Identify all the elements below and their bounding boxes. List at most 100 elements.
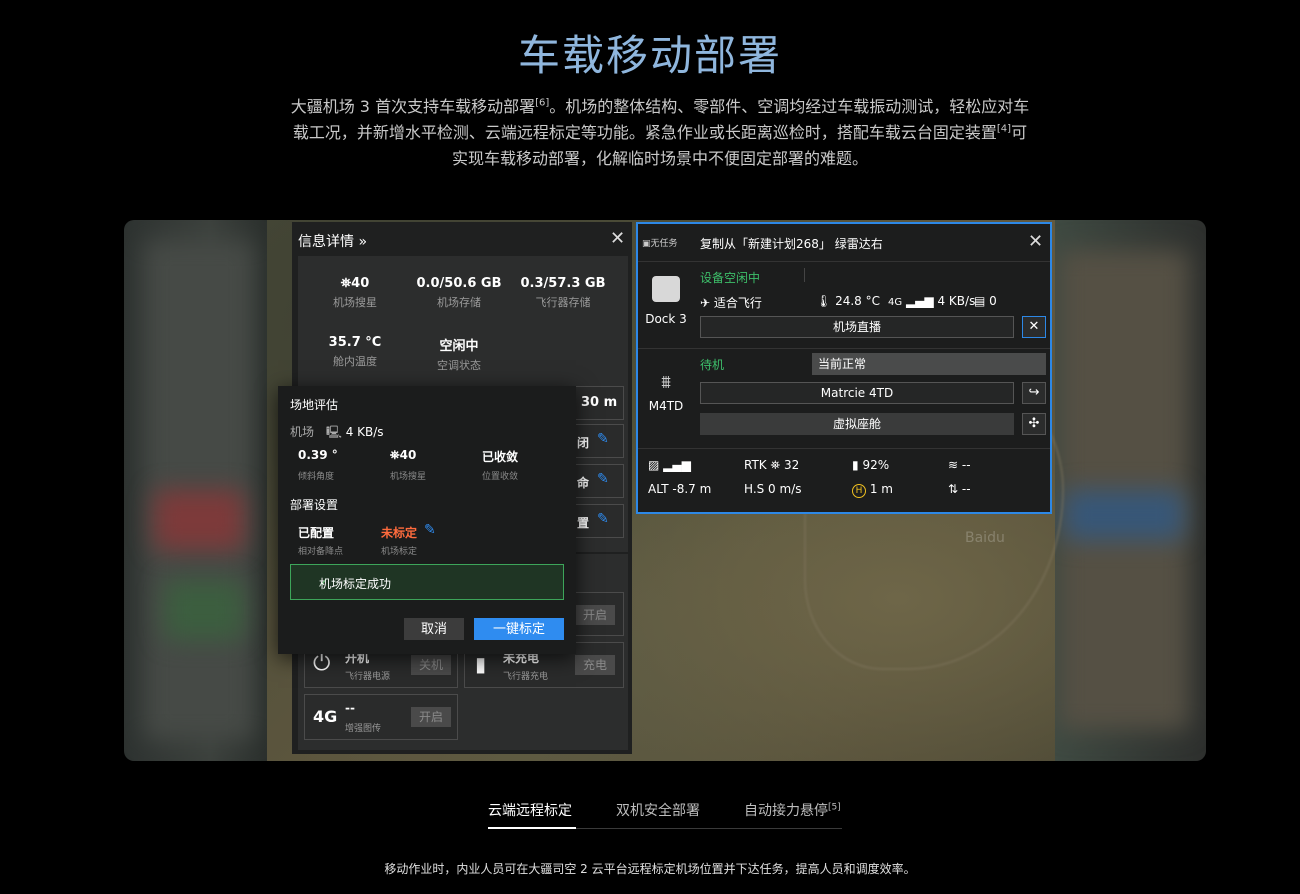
power-off-button[interactable]: 关机 bbox=[411, 655, 451, 675]
plane-icon: ✈ bbox=[700, 296, 711, 310]
wind-icon: ≋ bbox=[948, 458, 959, 472]
alternate-point-label: 相对备降点 bbox=[298, 547, 344, 557]
map-watermark: Baidu bbox=[965, 530, 1005, 546]
hero-ref-6: [6] bbox=[535, 97, 550, 109]
cancel-button[interactable]: 取消 bbox=[404, 618, 464, 640]
tabs-active-indicator bbox=[488, 827, 576, 829]
hero-desc-part1: 大疆机场 3 首次支持车载移动部署 bbox=[290, 97, 536, 116]
task-dock-panel: ▣无任务 复制从「新建计划268」 绿雷达右 ✕ Dock 3 设备空闲中 ✈ … bbox=[636, 222, 1052, 514]
setting-row-altitude[interactable]: 30 m bbox=[574, 386, 624, 420]
battery-icon: ▮ bbox=[852, 458, 859, 472]
signal-icon: ▂▄▆ bbox=[663, 458, 691, 472]
no-task-badge: ▣无任务 bbox=[642, 239, 678, 249]
dock-temperature: 🌡 24.8 °C bbox=[816, 294, 880, 308]
blurred-green-block bbox=[164, 580, 244, 640]
alternate-point-value: 已配置 bbox=[298, 526, 335, 540]
drone-device-column: ⩩ M4TD bbox=[638, 372, 694, 413]
setting-row-b[interactable]: 命 ✎ bbox=[574, 464, 624, 498]
position-converged-value: 已收敛 bbox=[482, 450, 519, 464]
dock-tools-icon[interactable]: ✕ bbox=[1022, 316, 1046, 338]
edit-pencil-icon[interactable]: ✎ bbox=[424, 522, 436, 538]
tab-auto-relay-hover[interactable]: 自动接力悬停[5] bbox=[744, 800, 841, 820]
edit-pencil-icon[interactable]: ✎ bbox=[597, 471, 609, 487]
tab-dual-dock-deployment[interactable]: 双机安全部署 bbox=[616, 800, 700, 820]
close-icon[interactable]: ✕ bbox=[1028, 231, 1043, 252]
charge-button[interactable]: 充电 bbox=[575, 655, 615, 675]
stat-ac-status: 空闲中 空调状态 bbox=[437, 339, 481, 372]
flight-suitability: ✈ 适合飞行 bbox=[700, 296, 762, 310]
dock-satellites-label: 机场搜星 bbox=[390, 472, 427, 482]
tab-cloud-calibration[interactable]: 云端远程标定 bbox=[488, 800, 572, 820]
setting-row-c[interactable]: 置 ✎ bbox=[574, 504, 624, 538]
calibration-status-value: 未标定 bbox=[381, 526, 418, 540]
power-icon: ⏻ bbox=[313, 651, 331, 676]
site-evaluation-dialog: 场地评估 机场 🖳 4 KB/s 0.39 ° 倾斜角度 ⛯40 机场搜星 已收… bbox=[278, 386, 576, 654]
hero-title: 车载移动部署 bbox=[517, 31, 782, 80]
dock-network: 4G ▂▄▆ 4 KB/s bbox=[888, 294, 976, 308]
tab-caption: 移动作业时，内业人员可在大疆司空 2 云平台远程标定机场位置并下达任务，提高人员… bbox=[384, 862, 916, 876]
dock-satellites-value: ⛯40 bbox=[390, 448, 417, 462]
device-enhanced-transmission: 4G -- 增强图传 开启 bbox=[304, 694, 458, 740]
horizontal-speed: H.S 0 m/s bbox=[744, 482, 802, 496]
panel-header: ▣无任务 复制从「新建计划268」 绿雷达右 ✕ bbox=[638, 224, 1050, 262]
wind-speed: ≋ -- bbox=[948, 458, 971, 472]
dock-status: 设备空闲中 bbox=[700, 271, 761, 285]
calibration-success-alert: ✓ 机场标定成功 bbox=[290, 564, 564, 600]
enhanced-transmission-enable-button[interactable]: 开启 bbox=[411, 707, 451, 727]
rtk-satellites: RTK ⛯ 32 bbox=[744, 458, 800, 472]
edit-pencil-icon[interactable]: ✎ bbox=[597, 431, 609, 447]
info-detail-title[interactable]: 信息详情 » bbox=[298, 231, 367, 251]
satellite-icon: ⛯ bbox=[340, 276, 352, 291]
thermometer-icon: 🌡 bbox=[816, 294, 832, 308]
home-point-icon: H bbox=[852, 484, 866, 498]
dialog-title: 场地评估 bbox=[290, 398, 339, 412]
tilt-angle-value: 0.39 ° bbox=[298, 448, 338, 462]
tilt-angle-label: 倾斜角度 bbox=[298, 472, 335, 482]
virtual-cockpit-button[interactable]: 虚拟座舱 bbox=[700, 413, 1014, 435]
vertical-speed: ⇅ -- bbox=[948, 482, 971, 496]
telemetry-divider bbox=[638, 448, 1050, 449]
drone-model-select[interactable]: Matrcie 4TD bbox=[700, 382, 1014, 404]
blurred-blue-block bbox=[1064, 490, 1184, 540]
vertical-divider bbox=[804, 268, 805, 282]
battery-charge-icon: ▮ bbox=[475, 652, 487, 676]
edit-pencil-icon[interactable]: ✎ bbox=[597, 511, 609, 527]
drone-control-icon[interactable]: ✣ bbox=[1022, 413, 1046, 435]
dock-live-button[interactable]: 机场直播 bbox=[700, 316, 1014, 338]
stat-aircraft-storage: 0.3/57.3 GB 飞行器存储 bbox=[520, 276, 606, 309]
stat-cabin-temp: 35.7 °C 舱内温度 bbox=[328, 335, 382, 368]
satellite-icon: ⛯ bbox=[390, 448, 400, 462]
stat-dock-satellites: ⛯40 机场搜星 bbox=[333, 276, 377, 309]
drone-icon: ⩩ bbox=[661, 372, 671, 393]
dock-icon bbox=[652, 276, 680, 302]
image-signal: ▨ ▂▄▆ bbox=[648, 458, 691, 472]
dock-network-status: 机场 🖳 4 KB/s bbox=[290, 425, 384, 439]
clipboard-icon: ▣ bbox=[642, 239, 651, 249]
task-title: 复制从「新建计划268」 绿雷达右 bbox=[700, 237, 883, 251]
image-icon: ▨ bbox=[648, 458, 660, 472]
share-arrow-icon[interactable]: ↪ bbox=[1022, 382, 1046, 404]
network-monitor-icon: 🖳 bbox=[325, 425, 342, 439]
drone-status: 待机 bbox=[700, 358, 725, 372]
signal-icon: ▂▄▆ bbox=[905, 294, 934, 308]
stat-dock-storage: 0.0/50.6 GB 机场存储 bbox=[416, 276, 502, 309]
dock-task-count: ▤ 0 bbox=[974, 294, 997, 308]
4g-icon: 4G bbox=[313, 707, 338, 726]
hidden-enable-button[interactable]: 开启 bbox=[575, 605, 615, 625]
dock-box-icon: ▤ bbox=[974, 294, 986, 308]
altitude: ALT -8.7 m bbox=[648, 482, 712, 496]
blurred-red-block bbox=[154, 490, 244, 550]
panel-section-divider bbox=[638, 348, 1050, 349]
drone-state-badge: 当前正常 bbox=[812, 353, 1046, 375]
dock-device-column: Dock 3 bbox=[638, 276, 694, 326]
calibration-status-label: 机场标定 bbox=[381, 547, 418, 557]
vertical-arrows-icon: ⇅ bbox=[948, 482, 959, 496]
hero-ref-4: [4] bbox=[996, 123, 1012, 135]
satellite-icon: ⛯ bbox=[770, 458, 781, 472]
close-icon[interactable]: ✕ bbox=[610, 228, 625, 249]
battery-level: ▮ 92% bbox=[852, 458, 890, 472]
deploy-settings-title: 部署设置 bbox=[290, 498, 339, 512]
setting-row-a[interactable]: 闭 ✎ bbox=[574, 424, 624, 458]
position-converged-label: 位置收敛 bbox=[482, 472, 519, 482]
one-click-calibrate-button[interactable]: 一键标定 bbox=[474, 618, 564, 640]
